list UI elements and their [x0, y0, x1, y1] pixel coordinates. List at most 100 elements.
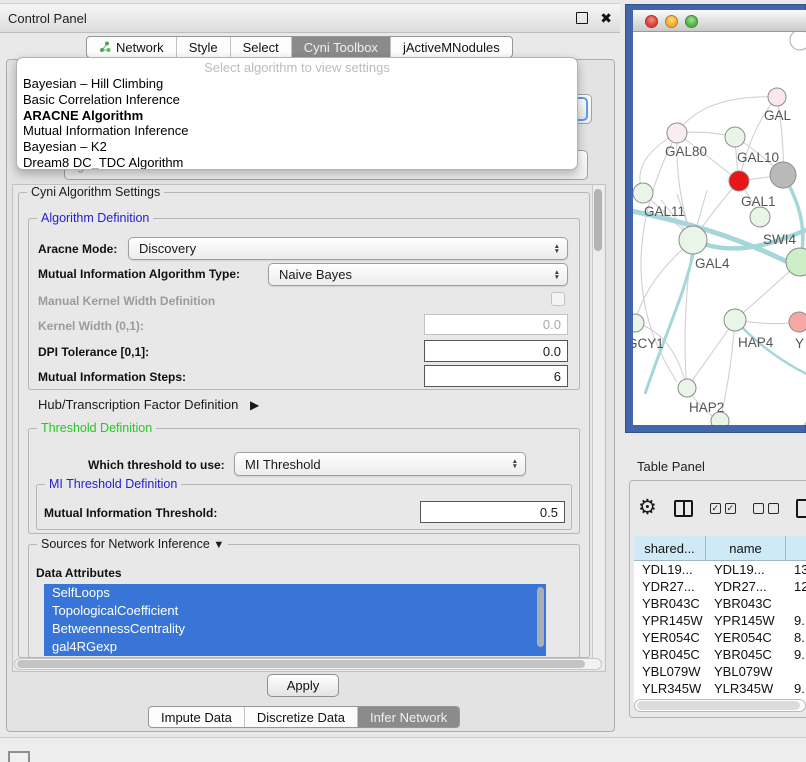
mi-threshold-field[interactable]: 0.5 [420, 501, 565, 523]
network-node[interactable] [789, 312, 806, 332]
data-attributes-list[interactable]: SelfLoops TopologicalCoefficient Between… [44, 584, 546, 656]
table-cell: YBL079W [706, 663, 786, 680]
close-traffic-light-icon[interactable] [645, 15, 658, 28]
algorithm-option-selected[interactable]: ARACNE Algorithm [17, 108, 577, 124]
tab-jactivemnodules[interactable]: jActiveMNodules [390, 37, 512, 57]
network-node[interactable] [678, 379, 696, 397]
which-threshold-combobox[interactable]: MI Threshold ▲▼ [234, 452, 526, 476]
algorithm-option[interactable]: Bayesian – K2 [17, 139, 577, 155]
popup-placeholder: Select algorithm to view settings [17, 60, 577, 76]
table-cell: 9. [786, 680, 806, 697]
table-cell: YBR043C [706, 595, 786, 612]
table-row[interactable]: YPR145WYPR145W9. [634, 612, 806, 629]
scrollbar-thumb[interactable] [17, 660, 585, 668]
close-icon[interactable]: ✖ [600, 13, 612, 23]
table-cell: YBR045C [634, 646, 706, 663]
collapse-arrow-icon[interactable]: ▼ [213, 539, 224, 551]
deselect-all-columns-icon[interactable] [753, 503, 779, 514]
tab-network[interactable]: Network [87, 37, 176, 57]
tab-cyni-toolbox[interactable]: Cyni Toolbox [291, 37, 390, 57]
network-node[interactable] [725, 127, 745, 147]
network-window-titlebar[interactable] [633, 10, 806, 32]
control-panel-titlebar: Control Panel ✖ [0, 3, 620, 33]
attribute-item[interactable]: gal4RGexp [44, 638, 546, 656]
list-scrollbar-thumb[interactable] [537, 587, 544, 647]
table-row[interactable]: YLR345WYLR345W9. [634, 680, 806, 697]
table-row[interactable]: YDR27...YDR27...12 [634, 578, 806, 595]
network-view-window: GALGAL80GAL10GAL1GAL11SWI4GAL4GCY1HAP4YH… [625, 4, 806, 433]
minimized-panel-icon[interactable] [8, 751, 30, 762]
algorithm-option[interactable]: Mutual Information Inference [17, 123, 577, 139]
network-node[interactable] [633, 183, 653, 203]
split-panes-icon[interactable] [674, 500, 693, 517]
manual-kernel-width-checkbox[interactable] [551, 292, 565, 306]
network-node[interactable] [679, 226, 707, 254]
table-horizontal-scrollbar[interactable] [634, 699, 806, 712]
attribute-item[interactable]: SelfLoops [44, 584, 546, 602]
network-node[interactable] [724, 309, 746, 331]
network-node[interactable] [667, 123, 687, 143]
scrollbar-thumb[interactable] [594, 189, 602, 251]
vertical-scrollbar[interactable] [592, 185, 604, 669]
gear-icon[interactable]: ⚙ [638, 498, 657, 518]
hub-section-toggle[interactable]: Hub/Transcription Factor Definition ▶ [38, 397, 259, 412]
network-node[interactable] [790, 32, 806, 50]
mi-steps-field[interactable]: 6 [424, 365, 568, 387]
mi-threshold-label: Mutual Information Threshold: [44, 506, 217, 520]
network-node-label: SWI4 [763, 232, 796, 247]
network-node-label: GAL4 [695, 256, 730, 271]
algorithm-option[interactable]: Dream8 DC_TDC Algorithm [17, 155, 577, 170]
algorithm-option[interactable]: Basic Correlation Inference [17, 92, 577, 108]
control-panel-tabbar: Network Style Select Cyni Toolbox jActiv… [86, 36, 513, 58]
tab-impute-data[interactable]: Impute Data [149, 707, 244, 727]
zoom-traffic-light-icon[interactable] [685, 15, 698, 28]
table-header-row: shared... name [634, 536, 806, 561]
table-row[interactable]: YBR045CYBR045C9. [634, 646, 806, 663]
kernel-width-field[interactable]: 0.0 [424, 314, 568, 335]
tab-select[interactable]: Select [230, 37, 291, 57]
tab-style[interactable]: Style [176, 37, 230, 57]
table-cell [786, 663, 806, 680]
tab-discretize-data[interactable]: Discretize Data [244, 707, 357, 727]
network-node[interactable] [633, 314, 644, 332]
network-canvas[interactable]: GALGAL80GAL10GAL1GAL11SWI4GAL4GCY1HAP4YH… [633, 32, 806, 425]
table-cell: YBR043C [634, 595, 706, 612]
network-node-label: GAL [764, 108, 791, 123]
kernel-width-label: Kernel Width (0,1): [38, 319, 144, 333]
table-row[interactable]: YER054CYER054C8. [634, 629, 806, 646]
network-node-label: GAL10 [737, 150, 779, 165]
minimize-traffic-light-icon[interactable] [665, 15, 678, 28]
network-node[interactable] [770, 162, 796, 188]
attribute-item[interactable]: BetweennessCentrality [44, 620, 546, 638]
select-all-columns-icon[interactable]: ✓✓ [710, 503, 736, 514]
network-node[interactable] [750, 207, 770, 227]
network-node-label: GCY1 [633, 336, 664, 351]
network-node-label: GAL80 [665, 144, 707, 159]
dpi-tolerance-field[interactable]: 0.0 [424, 340, 568, 362]
document-icon[interactable] [796, 499, 806, 518]
table-row[interactable]: YBL079WYBL079W [634, 663, 806, 680]
scrollbar-thumb[interactable] [637, 701, 800, 710]
column-header-partial[interactable] [786, 536, 806, 560]
table-cell: YLR345W [634, 680, 706, 697]
table-cell: 8. [786, 629, 806, 646]
mi-algorithm-type-combobox[interactable]: Naive Bayes ▲▼ [268, 263, 568, 286]
table-cell: YBL079W [634, 663, 706, 680]
table-row[interactable]: YBR043CYBR043C [634, 595, 806, 612]
tab-infer-network[interactable]: Infer Network [357, 707, 459, 727]
horizontal-scrollbar[interactable] [14, 658, 602, 670]
mi-steps-label: Mutual Information Steps: [38, 370, 186, 384]
table-row[interactable]: YDL19...YDL19...13 [634, 561, 806, 578]
screen: Control Panel ✖ Network Style Select Cyn… [0, 0, 806, 762]
aracne-mode-combobox[interactable]: Discovery ▲▼ [128, 237, 568, 260]
column-header-shared-name[interactable]: shared... [634, 536, 706, 560]
apply-button[interactable]: Apply [267, 674, 339, 697]
table-cell: YPR145W [706, 612, 786, 629]
which-threshold-label: Which threshold to use: [88, 458, 225, 472]
algorithm-option[interactable]: Bayesian – Hill Climbing [17, 76, 577, 92]
attribute-item[interactable]: TopologicalCoefficient [44, 602, 546, 620]
float-window-icon[interactable] [576, 12, 588, 24]
network-node[interactable] [768, 88, 786, 106]
column-header-name[interactable]: name [706, 536, 786, 560]
network-node[interactable] [729, 171, 749, 191]
